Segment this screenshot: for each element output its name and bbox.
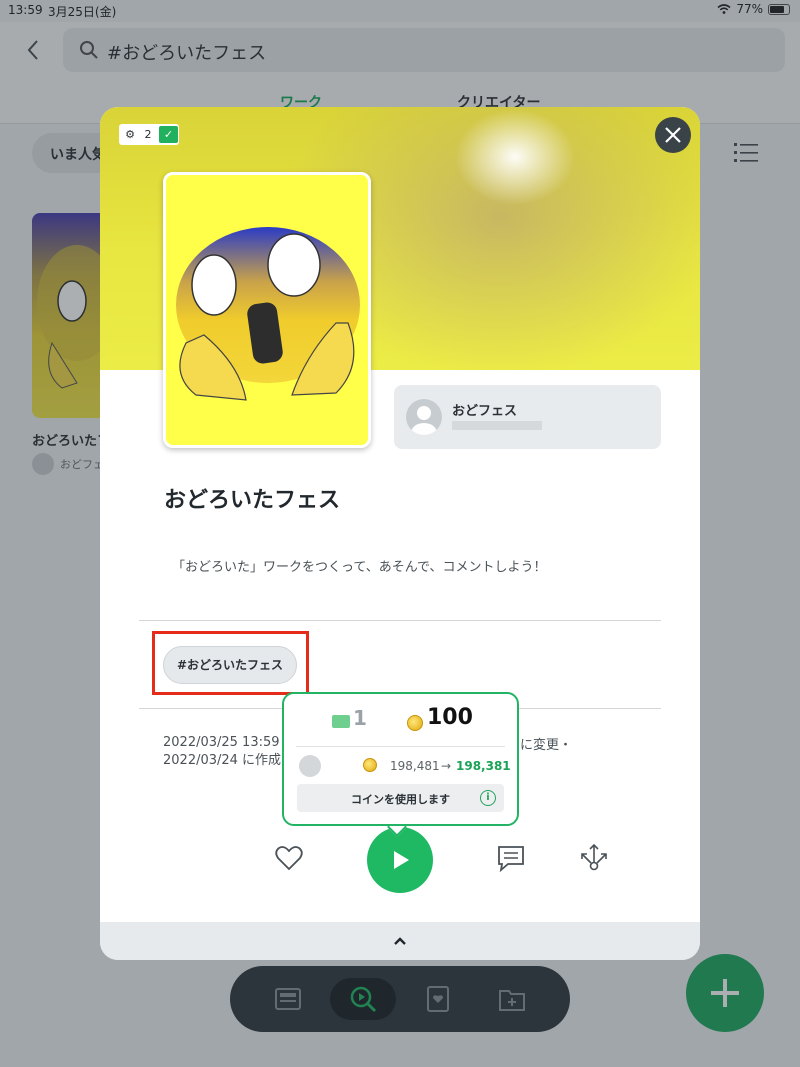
expand-details-bar[interactable]	[100, 922, 700, 960]
counter-value: 2	[144, 128, 152, 141]
work-thumbnail[interactable]	[163, 172, 371, 448]
use-coin-label: コインを使用します	[351, 793, 450, 806]
arrow-icon: →	[441, 759, 452, 773]
author-card[interactable]: おどフェス	[394, 385, 661, 449]
use-coin-button[interactable]: コインを使用します i	[297, 784, 504, 812]
divider	[296, 746, 505, 747]
updated-date: 2022/03/25 13:59	[163, 735, 280, 750]
chevron-up-icon	[394, 937, 406, 945]
user-icon	[411, 406, 437, 435]
coin-balance-after: 198,381	[456, 759, 511, 773]
comment-icon[interactable]	[496, 843, 526, 873]
ticket-icon	[332, 715, 350, 728]
work-description: 「おどろいた」ワークをつくって、あそんで、コメントしよう！	[172, 560, 547, 575]
divider	[139, 620, 661, 621]
updated-date-suffix: に変更・	[520, 738, 573, 753]
close-icon	[665, 127, 681, 143]
play-icon	[394, 851, 409, 869]
created-date: 2022/03/24 に作成	[163, 753, 282, 768]
coin-balance-before: 198,481	[390, 759, 440, 773]
avatar	[299, 755, 321, 777]
play-counter: ⚙ 2 ✓	[119, 124, 179, 145]
author-name: おどフェス	[452, 404, 518, 419]
play-button[interactable]	[367, 827, 433, 893]
heart-icon[interactable]	[274, 843, 304, 873]
avatar	[406, 399, 442, 435]
info-icon[interactable]: i	[480, 790, 496, 806]
action-bar	[100, 827, 700, 897]
check-icon: ✓	[159, 126, 178, 143]
coin-cost-popup: 1 100 198,481 → 198,381 コインを使用します i	[282, 692, 519, 826]
coin-icon	[363, 758, 377, 772]
work-title: おどろいたフェス	[164, 488, 341, 513]
gear-icon: ⚙	[125, 128, 135, 141]
coin-cost: 100	[427, 705, 473, 730]
ticket-count: 1	[353, 706, 367, 730]
highlight-annotation	[152, 631, 309, 695]
close-button[interactable]	[655, 117, 691, 153]
author-subtitle-placeholder	[452, 421, 542, 430]
share-icon[interactable]	[579, 841, 609, 873]
work-dates: 2022/03/25 13:59 2022/03/24 に作成	[163, 734, 281, 770]
shocked-face-icon	[176, 227, 360, 401]
coin-icon	[407, 715, 423, 731]
